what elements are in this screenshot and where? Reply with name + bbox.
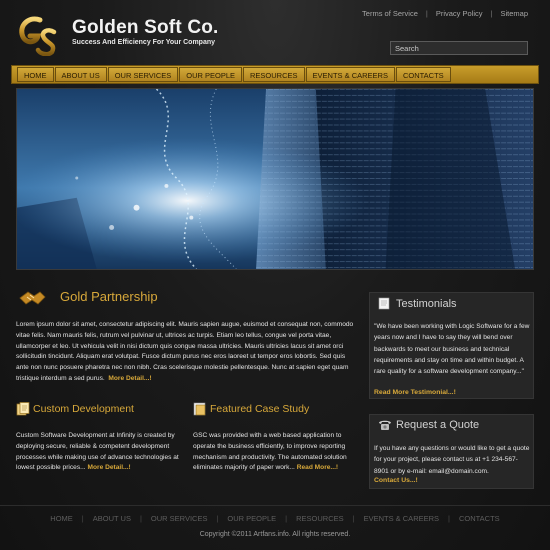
telephone-icon: [379, 420, 391, 430]
nav-our-people[interactable]: OUR PEOPLE: [179, 67, 243, 82]
separator: |: [425, 9, 428, 18]
footer-events-careers[interactable]: EVENTS & CAREERS: [364, 514, 439, 523]
search-input[interactable]: [390, 41, 528, 55]
handshake-icon: [19, 291, 46, 305]
separator: |: [285, 514, 288, 523]
terms-link[interactable]: Terms of Service: [362, 9, 418, 18]
notepad-icon: [378, 297, 390, 310]
footer-contacts[interactable]: CONTACTS: [459, 514, 500, 523]
gs-logo[interactable]: [18, 14, 58, 56]
copyright: Copyright ©2011 Artfans.info. All rights…: [199, 531, 351, 538]
footer-home[interactable]: HOME: [50, 514, 73, 523]
privacy-link[interactable]: Privacy Policy: [436, 9, 483, 18]
partnership-title: Gold Partnership: [60, 289, 158, 304]
testimonials-more-link[interactable]: Read More Testimonial...!: [374, 388, 456, 399]
nav-our-services[interactable]: OUR SERVICES: [107, 67, 179, 82]
testimonials-text: "We have been working with Logic Softwar…: [374, 323, 530, 376]
footer-divider: [0, 505, 550, 506]
folder-icon: [193, 402, 206, 416]
footer-nav: HOME | ABOUT US | OUR SERVICES | OUR PEOPLE…: [0, 514, 550, 523]
nav-resources[interactable]: RESOURCES: [243, 67, 305, 82]
quote-title: Request a Quote: [396, 419, 480, 431]
quote-contact-link[interactable]: Contact Us...!: [374, 476, 418, 487]
sitemap-link[interactable]: Sitemap: [500, 9, 528, 18]
custom-dev-text: Custom Software Development at Infinity …: [16, 431, 184, 474]
nav-contacts[interactable]: CONTACTS: [395, 67, 451, 82]
footer-resources[interactable]: RESOURCES: [296, 514, 344, 523]
top-links: Terms of Service | Privacy Policy | Site…: [362, 9, 528, 18]
footer-our-people[interactable]: OUR PEOPLE: [227, 514, 276, 523]
brand-tagline: Success And Efficiency For Your Company: [72, 39, 216, 46]
separator: |: [448, 514, 450, 523]
separator: |: [352, 514, 355, 523]
documents-icon: [16, 402, 30, 416]
footer-about-us[interactable]: ABOUT US: [93, 514, 131, 523]
hero-banner-image: [16, 88, 534, 270]
nav-about-us[interactable]: ABOUT US: [54, 67, 107, 82]
nav-home[interactable]: HOME: [17, 67, 54, 82]
case-study-title: Featured Case Study: [210, 403, 310, 415]
main-nav: HOME ABOUT US OUR SERVICES OUR PEOPLE RE…: [11, 65, 539, 84]
footer-our-services[interactable]: OUR SERVICES: [151, 514, 208, 523]
case-study-text: GSC was provided with a web based applic…: [193, 431, 358, 474]
partnership-text: Lorem ipsum dolor sit amet, consectetur …: [16, 320, 358, 385]
separator: |: [216, 514, 219, 523]
case-study-more-link[interactable]: Read More...!: [297, 464, 338, 471]
testimonials-title: Testimonials: [396, 298, 457, 310]
partnership-body: Lorem ipsum dolor sit amet, consectetur …: [16, 321, 354, 382]
nav-events-careers[interactable]: EVENTS & CAREERS: [305, 67, 395, 82]
separator: |: [139, 514, 142, 523]
custom-dev-more-link[interactable]: More Detail...!: [87, 464, 130, 471]
separator: |: [490, 9, 493, 18]
custom-dev-title: Custom Development: [33, 403, 134, 415]
brand-name: Golden Soft Co.: [72, 17, 219, 38]
partnership-more-link[interactable]: More Detail...!: [108, 375, 151, 382]
separator: |: [81, 514, 84, 523]
quote-text: If you have any questions or would like …: [374, 445, 530, 475]
